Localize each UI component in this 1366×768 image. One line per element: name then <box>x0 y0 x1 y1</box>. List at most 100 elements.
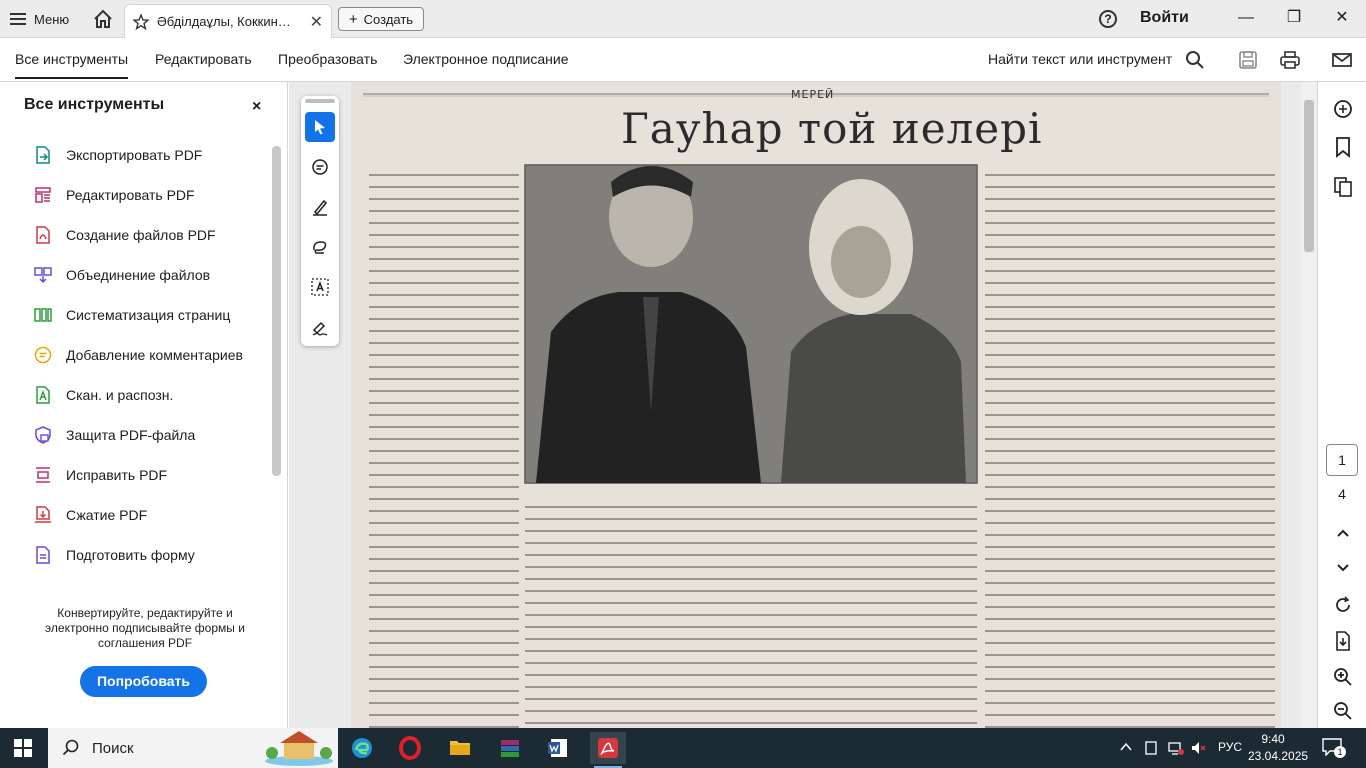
menu-label: Меню <box>34 11 70 27</box>
clock-time: 9:40 <box>1261 732 1285 746</box>
cursor-icon <box>315 120 325 135</box>
tab-convert[interactable]: Преобразовать <box>278 51 377 67</box>
compress-pdf-icon <box>35 506 51 523</box>
taskbar-winrar[interactable] <box>492 732 528 764</box>
combine-files-icon <box>34 267 52 284</box>
rail-drag-handle[interactable] <box>305 99 335 103</box>
search-icon[interactable] <box>1184 49 1206 71</box>
taskbar-opera[interactable] <box>392 732 428 764</box>
tab-all-tools[interactable]: Все инструменты <box>15 51 129 79</box>
sidebar-item-label: Редактировать PDF <box>66 187 195 203</box>
print-icon[interactable] <box>1279 49 1301 71</box>
edge-icon <box>352 738 372 758</box>
document-scrollbar-thumb[interactable] <box>1304 100 1314 252</box>
sidebar-item-protect-pdf[interactable]: Защита PDF-файла <box>34 422 195 448</box>
sidebar-item-prepare-form[interactable]: Подготовить форму <box>34 542 195 568</box>
title-bar: Меню Әбділдаұлы, Коккин… ✕ + Создать ? В… <box>0 0 1366 38</box>
sidebar-item-scan-ocr[interactable]: Скан. и распозн. <box>34 382 173 408</box>
home-icon[interactable] <box>92 8 114 30</box>
sidebar-item-add-comments[interactable]: Добавление комментариев <box>34 342 243 368</box>
article-body-columns-right <box>985 168 1275 728</box>
minimize-button[interactable]: — <box>1232 6 1260 30</box>
tab-close-icon[interactable]: ✕ <box>310 12 323 32</box>
network-icon[interactable] <box>1168 740 1184 756</box>
all-tools-panel: Все инструменты × Экспортировать PDF Ред… <box>0 82 288 728</box>
quick-tools-rail <box>301 96 339 346</box>
zoom-in-icon[interactable] <box>1332 666 1354 688</box>
sidebar-item-compress-pdf[interactable]: Сжатие PDF <box>34 502 147 528</box>
panel-close-icon[interactable]: × <box>252 98 261 116</box>
tray-chevron-up-icon[interactable] <box>1120 742 1132 752</box>
sidebar-item-label: Защита PDF-файла <box>66 427 196 443</box>
chevron-up-icon[interactable] <box>1332 522 1354 544</box>
notifications-button[interactable]: 1 <box>1322 738 1346 758</box>
sidebar-item-combine-files[interactable]: Объединение файлов <box>34 262 210 288</box>
comment-add-icon <box>312 159 328 175</box>
sidebar-item-label: Экспортировать PDF <box>66 147 203 163</box>
tab-title: Әбділдаұлы, Коккин… <box>157 14 291 29</box>
comment-tool-button[interactable] <box>305 152 335 182</box>
taskbar-acrobat[interactable] <box>590 732 626 768</box>
clock[interactable]: 9:40 23.04.2025 <box>1248 731 1309 765</box>
search-highlight-icon <box>265 731 333 766</box>
word-icon <box>548 739 567 757</box>
current-page-field[interactable]: 1 <box>1326 444 1358 476</box>
help-icon[interactable]: ? <box>1099 10 1117 28</box>
menu-button[interactable]: Меню <box>10 9 69 29</box>
document-viewer[interactable]: МЕРЕЙ Гауһар той иелері <box>289 82 1317 728</box>
language-indicator[interactable]: РУС <box>1218 740 1242 754</box>
sidebar-item-organize-pages[interactable]: Систематизация страниц <box>34 302 230 328</box>
sidebar-scrollbar-thumb[interactable] <box>272 146 281 476</box>
sidebar-item-export-pdf[interactable]: Экспортировать PDF <box>34 142 202 168</box>
bookmark-icon[interactable] <box>1332 136 1354 158</box>
sidebar-item-label: Сжатие PDF <box>66 507 148 523</box>
sidebar-item-create-pdf[interactable]: Создание файлов PDF <box>34 222 216 248</box>
tab-edit[interactable]: Редактировать <box>155 51 252 67</box>
create-button[interactable]: + Создать <box>338 7 424 31</box>
acrobat-icon <box>598 738 618 758</box>
pen-icon <box>313 199 328 216</box>
find-tool-label[interactable]: Найти текст или инструмент <box>988 51 1172 67</box>
clock-date: 23.04.2025 <box>1248 749 1309 763</box>
zoom-out-icon[interactable] <box>1332 700 1354 722</box>
volume-muted-icon[interactable] <box>1190 740 1206 756</box>
taskbar-explorer[interactable] <box>442 732 478 764</box>
restore-button[interactable]: ❐ <box>1280 6 1308 30</box>
close-window-button[interactable]: ✕ <box>1328 6 1356 30</box>
sidebar-item-edit-pdf[interactable]: Редактировать PDF <box>34 182 195 208</box>
article-body-columns-bottom <box>525 500 977 728</box>
email-icon[interactable] <box>1331 49 1353 71</box>
folder-icon <box>450 741 470 755</box>
ai-assistant-icon[interactable] <box>1332 98 1354 120</box>
right-rail: 1 4 <box>1317 82 1366 728</box>
text-tool-button[interactable] <box>305 272 335 302</box>
highlight-tool-button[interactable] <box>305 192 335 222</box>
sidebar-item-redact-pdf[interactable]: Исправить PDF <box>34 462 167 488</box>
text-select-icon <box>311 278 329 296</box>
refresh-icon[interactable] <box>1332 594 1354 616</box>
copy-pages-icon[interactable] <box>1332 176 1354 198</box>
select-tool-button[interactable] <box>305 112 335 142</box>
export-pdf-icon <box>36 146 50 164</box>
tab-e-sign[interactable]: Электронное подписание <box>403 51 569 67</box>
hamburger-icon <box>10 13 26 25</box>
sign-tool-button[interactable] <box>305 312 335 342</box>
plus-icon: + <box>348 10 358 28</box>
opera-icon <box>399 736 421 760</box>
try-button[interactable]: Попробовать <box>80 666 207 697</box>
archive-icon <box>501 740 519 757</box>
chevron-down-icon[interactable] <box>1332 556 1354 578</box>
save-icon[interactable] <box>1237 49 1259 71</box>
document-tab[interactable]: Әбділдаұлы, Коккин… ✕ <box>124 4 332 38</box>
taskbar-search[interactable]: Поиск <box>48 728 338 768</box>
draw-tool-button[interactable] <box>305 232 335 262</box>
taskbar-edge[interactable] <box>344 732 380 764</box>
windows-start-icon[interactable] <box>14 739 32 757</box>
star-icon[interactable] <box>133 13 149 30</box>
tray-app-icon[interactable] <box>1144 740 1158 756</box>
login-button[interactable]: Войти <box>1140 9 1189 27</box>
search-label: Поиск <box>92 739 134 757</box>
download-page-icon[interactable] <box>1332 630 1354 652</box>
taskbar-word[interactable] <box>540 732 576 764</box>
sidebar-item-label: Создание файлов PDF <box>66 227 216 243</box>
